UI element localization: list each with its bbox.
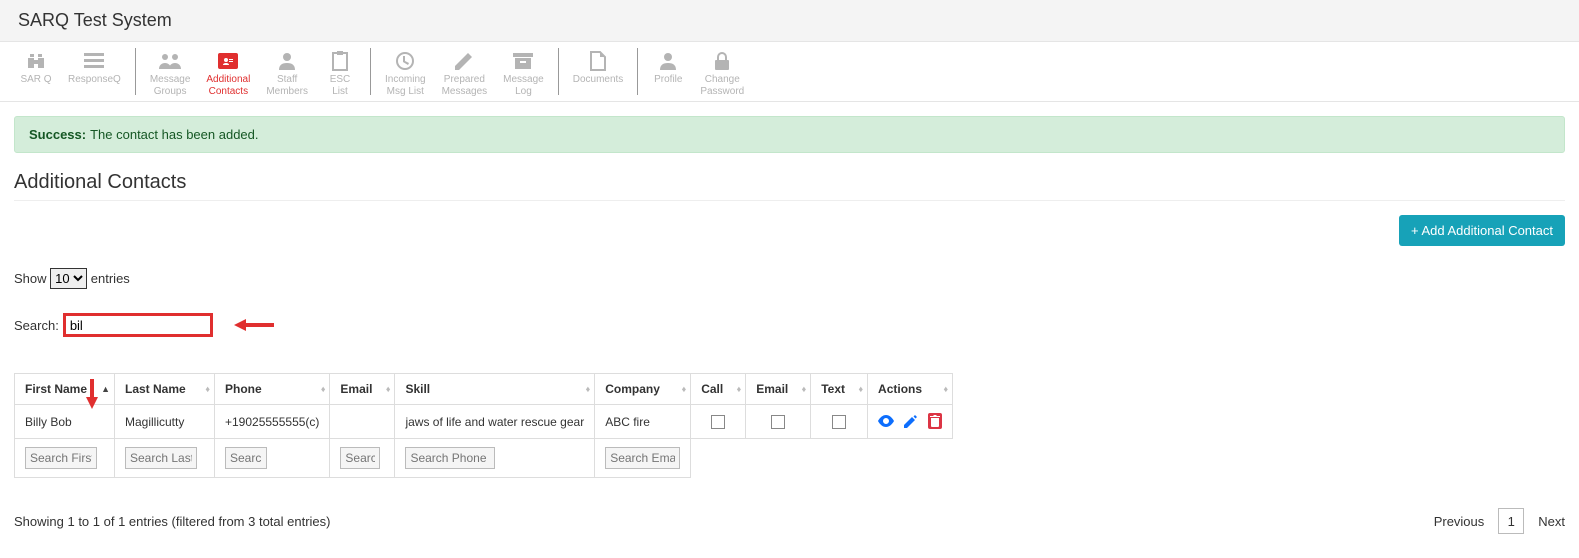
search-input[interactable] (63, 313, 213, 337)
toolbar-addcontacts[interactable]: Additional Contacts (198, 46, 258, 97)
entries-selector: Show 10 entries (14, 268, 1565, 289)
search-label: Search: (14, 318, 59, 333)
toolbar-label: Prepared Messages (442, 74, 488, 97)
toolbar-label: ResponseQ (68, 74, 121, 86)
col-call[interactable]: Call♦ (691, 374, 746, 405)
brand-title: SARQ Test System (0, 0, 1579, 42)
cell-last: Magillicutty (115, 405, 215, 439)
table-row: Billy Bob Magillicutty +19025555555(c) j… (15, 405, 953, 439)
toolbar-staff[interactable]: Staff Members (258, 46, 316, 97)
archive-icon (513, 50, 533, 72)
cell-email (330, 405, 395, 439)
users-icon (159, 50, 181, 72)
trash-icon[interactable] (928, 413, 942, 429)
toolbar-incoming[interactable]: Incoming Msg List (377, 46, 434, 97)
cell-first: Billy Bob (15, 405, 115, 439)
col-actions: Actions♦ (868, 374, 953, 405)
binoculars-icon (26, 50, 46, 72)
col-first[interactable]: First Name▲ (15, 374, 115, 405)
toolbar-label: Message Log (503, 74, 544, 97)
toolbar-label: Profile (654, 74, 682, 86)
toolbar-esclist[interactable]: ESC List (316, 46, 364, 97)
table-header-row: First Name▲ Last Name♦ Phone♦ Email♦ Ski… (15, 374, 953, 405)
cell-call (691, 405, 746, 439)
col-phone[interactable]: Phone♦ (215, 374, 330, 405)
pencil-icon[interactable] (904, 414, 918, 428)
col-last[interactable]: Last Name♦ (115, 374, 215, 405)
annotation-arrow-right (234, 315, 274, 335)
main-toolbar: SAR Q ResponseQ Message Groups Additional C… (0, 42, 1579, 102)
checkbox-call[interactable] (711, 415, 725, 429)
toolbar-sarq[interactable]: SAR Q (12, 46, 60, 97)
toolbar-responseq[interactable]: ResponseQ (60, 46, 129, 97)
checkbox-email[interactable] (771, 415, 785, 429)
list-icon (84, 50, 104, 72)
page-title: Additional Contacts (14, 171, 1565, 194)
toolbar-msggroups[interactable]: Message Groups (142, 46, 199, 97)
divider (14, 200, 1565, 201)
toolbar-label: Documents (573, 74, 624, 86)
col-skill[interactable]: Skill♦ (395, 374, 595, 405)
col-email[interactable]: Email♦ (330, 374, 395, 405)
table-info: Showing 1 to 1 of 1 entries (filtered fr… (14, 514, 331, 529)
user-icon (279, 50, 295, 72)
toolbar-label: Staff Members (266, 74, 308, 97)
toolbar-msglog[interactable]: Message Log (495, 46, 552, 97)
filter-last[interactable] (125, 447, 197, 469)
filter-company[interactable] (605, 447, 680, 469)
success-alert: Success: The contact has been added. (14, 116, 1565, 153)
cell-company: ABC fire (595, 405, 691, 439)
col-cemail[interactable]: Email♦ (746, 374, 811, 405)
col-company[interactable]: Company♦ (595, 374, 691, 405)
filter-first[interactable] (25, 447, 97, 469)
cell-phone: +19025555555(c) (215, 405, 330, 439)
filter-phone[interactable] (225, 447, 267, 469)
cell-actions (868, 405, 953, 439)
cell-cemail (746, 405, 811, 439)
pager-next[interactable]: Next (1538, 514, 1565, 529)
toolbar-label: SAR Q (20, 74, 51, 86)
table-filter-row (15, 439, 953, 478)
cell-skill: jaws of life and water rescue gear (395, 405, 595, 439)
toolbar-label: ESC List (330, 74, 351, 97)
pager: Previous 1 Next (1434, 508, 1565, 534)
toolbar-password[interactable]: Change Password (692, 46, 752, 97)
contacts-table: First Name▲ Last Name♦ Phone♦ Email♦ Ski… (14, 373, 953, 478)
cell-text (811, 405, 868, 439)
alert-strong: Success: (29, 127, 86, 142)
pager-page[interactable]: 1 (1498, 508, 1524, 534)
lock-icon (714, 50, 730, 72)
toolbar-documents[interactable]: Documents (565, 46, 632, 97)
toolbar-label: Additional Contacts (206, 74, 250, 97)
toolbar-prepared[interactable]: Prepared Messages (434, 46, 496, 97)
doc-icon (590, 50, 606, 72)
col-text[interactable]: Text♦ (811, 374, 868, 405)
toolbar-label: Message Groups (150, 74, 191, 97)
checkbox-text[interactable] (832, 415, 846, 429)
filter-email[interactable] (340, 447, 380, 469)
person-icon (660, 50, 676, 72)
filter-skill[interactable] (405, 447, 495, 469)
toolbar-profile[interactable]: Profile (644, 46, 692, 97)
inbox-icon (395, 50, 415, 72)
clipboard-icon (332, 50, 348, 72)
add-contact-button[interactable]: + Add Additional Contact (1399, 215, 1565, 246)
pager-prev[interactable]: Previous (1434, 514, 1485, 529)
idcard-icon (218, 50, 238, 72)
eye-icon[interactable] (878, 415, 894, 427)
entries-select[interactable]: 10 (50, 268, 87, 289)
toolbar-label: Change Password (700, 74, 744, 97)
pencil-icon (455, 50, 473, 72)
alert-text: The contact has been added. (90, 127, 258, 142)
toolbar-label: Incoming Msg List (385, 74, 426, 97)
